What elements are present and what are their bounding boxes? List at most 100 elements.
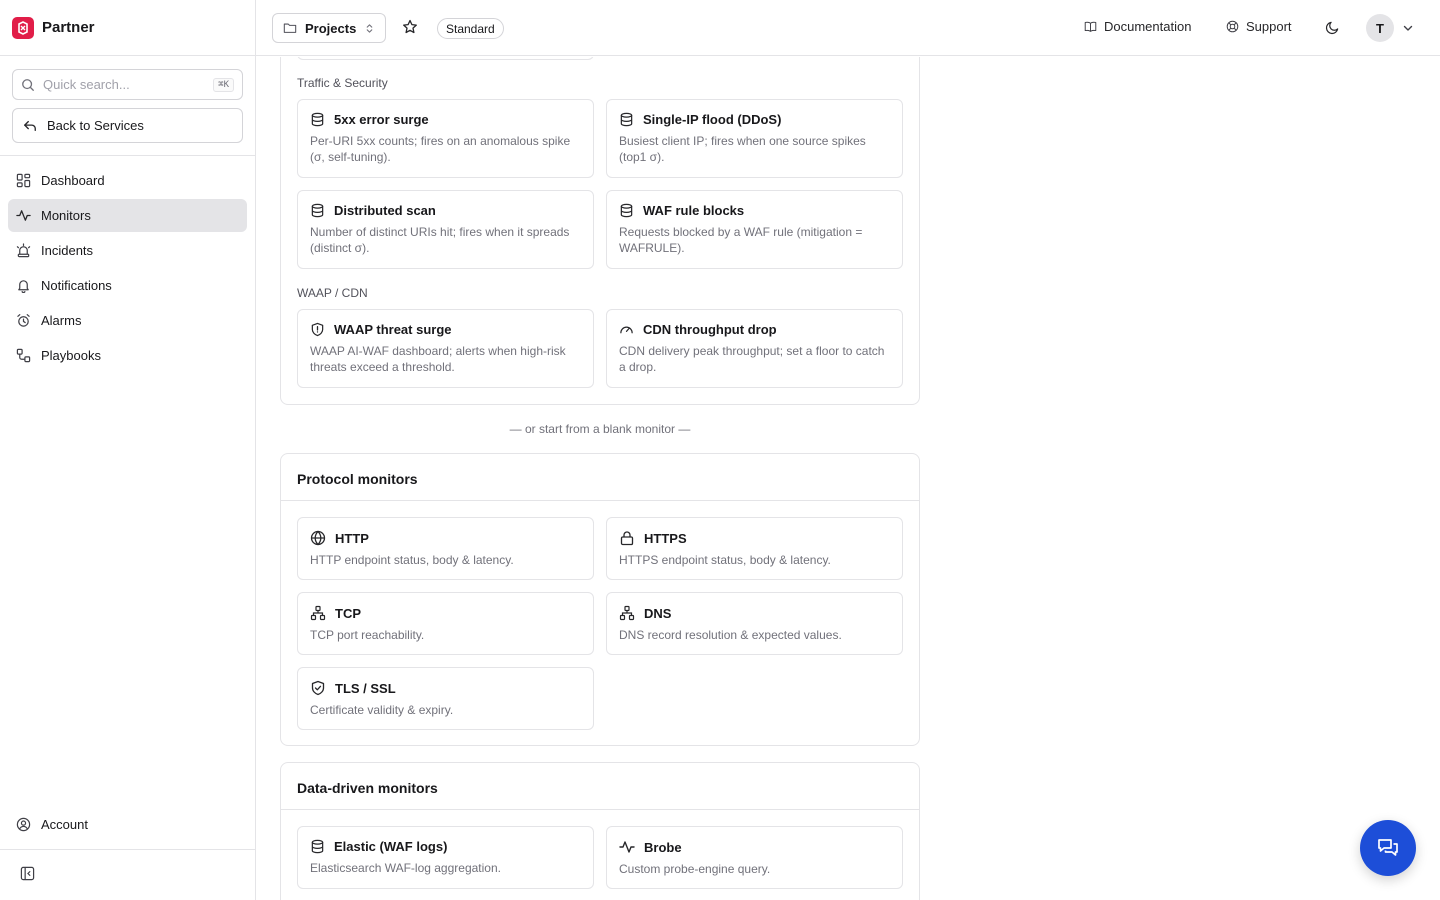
card-title: TCP [335,605,361,621]
monitor-type-http[interactable]: HTTP HTTP endpoint status, body & latenc… [297,517,594,580]
sidebar-item-alarms[interactable]: Alarms [8,304,247,337]
sidebar-item-label: Dashboard [41,173,105,188]
card-title: Distributed scan [334,203,436,218]
shield-check-icon [311,680,325,696]
template-card-waf-rule-blocks[interactable]: WAF rule blocks Requests blocked by a WA… [606,190,903,269]
card-title: DNS [644,605,672,621]
monitor-type-tcp[interactable]: TCP TCP port reachability. [297,592,594,655]
monitor-type-brobe[interactable]: Brobe Custom probe-engine query. [606,826,903,889]
card-description: HTTPS endpoint status, body & latency. [619,553,831,567]
documentation-link[interactable]: Documentation [1084,19,1191,34]
sidebar-item-label: Playbooks [41,348,101,363]
search-shortcut: ⌘K [213,77,234,92]
main-content: Traffic & Security 5xx error surge Per-U… [256,57,1440,900]
projects-selector[interactable]: Projects [272,13,387,43]
database-icon [620,112,633,127]
sidebar-divider [0,155,255,156]
card-title: Brobe [644,839,682,855]
folder-icon [283,23,297,33]
card-description: Per-URI 5xx counts; fires on an anomalou… [310,134,571,164]
template-card-cdn-throughput-drop[interactable]: CDN throughput drop CDN delivery peak th… [606,309,903,388]
card-title: Single-IP flood (DDoS) [643,112,782,127]
template-card-single-ip-flood[interactable]: Single-IP flood (DDoS) Busiest client IP… [606,99,903,178]
user-menu-toggle[interactable] [1402,22,1414,34]
plan-badge: Standard [437,18,504,39]
sidebar-nav: Dashboard Monitors Incidents Notificatio… [8,164,247,374]
activity-icon [619,841,635,853]
template-card-waap-threat-surge[interactable]: WAAP threat surge WAAP AI-WAF dashboard;… [297,309,594,388]
user-avatar[interactable]: T [1366,14,1394,42]
brand-logo-icon [12,16,34,39]
sidebar-item-notifications[interactable]: Notifications [8,269,247,302]
quick-search-input[interactable]: Quick search... ⌘K [12,69,243,100]
chat-support-button[interactable] [1360,820,1416,876]
sidebar-item-playbooks[interactable]: Playbooks [8,339,247,372]
sidebar-item-incidents[interactable]: Incidents [8,234,247,267]
monitor-type-https[interactable]: HTTPS HTTPS endpoint status, body & late… [606,517,903,580]
brand[interactable]: Partner [0,0,255,56]
database-icon [620,203,633,218]
account-label: Account [41,817,88,832]
card-title: WAF rule blocks [643,203,745,218]
sidebar-item-label: Notifications [41,278,112,293]
monitor-type-tls-ssl[interactable]: TLS / SSL Certificate validity & expiry. [297,667,594,730]
book-open-icon [1084,21,1097,32]
messages-icon [1378,839,1398,856]
search-icon [22,78,34,91]
sidebar-item-monitors[interactable]: Monitors [8,199,247,232]
card-description: Busiest client IP; fires when one source… [619,134,866,164]
card-description: Custom probe-engine query. [619,862,771,876]
sidebar-bottom-divider [0,849,255,850]
card-title: Elastic (WAF logs) [334,839,448,854]
template-card-partial[interactable] [297,57,594,60]
projects-label: Projects [305,20,357,36]
network-icon [310,605,326,621]
card-description: DNS record resolution & expected values. [619,628,842,642]
sidebar: Partner Quick search... ⌘K Back to Servi… [0,0,256,900]
card-description: Elasticsearch WAF-log aggregation. [310,861,501,875]
lock-icon [620,531,634,546]
gauge-icon [620,326,633,334]
card-title: 5xx error surge [334,112,429,127]
top-header: Projects Standard Documentation Support … [256,0,1440,56]
chevron-down-icon [1403,25,1413,31]
database-icon [311,203,324,218]
card-title: CDN throughput drop [643,322,777,337]
template-card-5xx-error-surge[interactable]: 5xx error surge Per-URI 5xx counts; fire… [297,99,594,178]
database-icon [311,839,324,854]
panel-divider [281,500,919,501]
card-title: HTTPS [644,530,687,546]
sidebar-item-dashboard[interactable]: Dashboard [8,164,247,197]
card-title: TLS / SSL [335,680,396,696]
theme-toggle-button[interactable] [1325,20,1340,35]
back-to-services-button[interactable]: Back to Services [12,108,243,143]
panel-left-icon [20,866,35,881]
panel-title: Protocol monitors [297,471,418,487]
collapse-sidebar-button[interactable] [20,866,35,881]
bell-icon [18,280,29,293]
support-label: Support [1246,19,1292,34]
sidebar-item-label: Alarms [41,313,82,328]
documentation-label: Documentation [1104,19,1192,34]
blank-monitor-separator: — or start from a blank monitor — [509,422,691,436]
star-icon [403,19,417,34]
sidebar-item-account[interactable]: Account [8,808,247,841]
sidebar-item-label: Incidents [41,243,94,258]
data-driven-monitors-panel: Data-driven monitors Elastic (WAF logs) … [280,762,920,900]
favorite-button[interactable] [402,19,418,35]
dashboard-icon [16,173,31,188]
template-card-distributed-scan[interactable]: Distributed scan Number of distinct URIs… [297,190,594,269]
card-description: Certificate validity & expiry. [310,703,454,717]
card-description: CDN delivery peak throughput; set a floo… [619,344,885,374]
monitor-type-dns[interactable]: DNS DNS record resolution & expected val… [606,592,903,655]
support-link[interactable]: Support [1226,19,1292,34]
back-to-services-label: Back to Services [47,118,144,133]
workflow-icon [16,348,31,363]
card-description: Requests blocked by a WAF rule (mitigati… [619,225,863,255]
activity-icon [16,210,31,221]
card-title: HTTP [335,530,369,546]
database-icon [311,112,324,127]
protocol-monitors-panel: Protocol monitors HTTP HTTP endpoint sta… [280,453,920,746]
monitor-type-elastic-waf-logs[interactable]: Elastic (WAF logs) Elasticsearch WAF-log… [297,826,594,889]
card-description: HTTP endpoint status, body & latency. [310,553,514,567]
